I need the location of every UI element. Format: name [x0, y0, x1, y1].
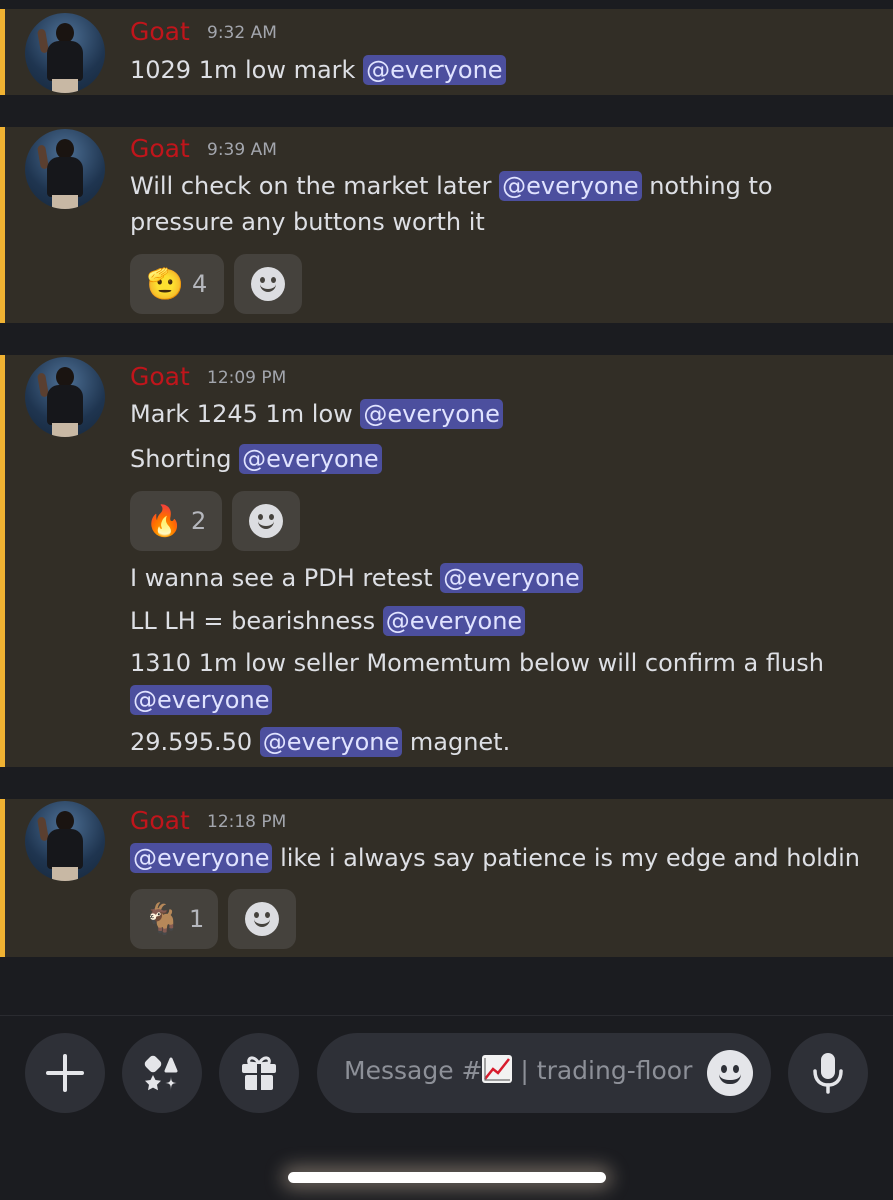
reaction-salute[interactable]: 🫡 4: [130, 254, 224, 314]
avatar[interactable]: [25, 801, 105, 881]
message-line: Shorting @everyone: [130, 444, 382, 474]
reaction-goat[interactable]: 🐐 1: [130, 889, 218, 949]
reaction-fire[interactable]: 🔥 2: [130, 491, 222, 551]
message-placeholder: Message # | trading-floor: [344, 1055, 693, 1085]
avatar[interactable]: [25, 129, 105, 209]
mention-everyone[interactable]: @everyone: [382, 606, 526, 636]
mention-everyone[interactable]: @everyone: [130, 685, 273, 715]
avatar[interactable]: [25, 13, 105, 93]
message-2[interactable]: Goat 9:39 AM Will check on the market la…: [0, 127, 893, 323]
message-line: 29.595.50 @everyone magnet.: [130, 727, 511, 757]
mention-everyone[interactable]: @everyone: [130, 843, 273, 873]
mention-everyone[interactable]: @everyone: [440, 563, 583, 593]
message-1[interactable]: Goat 9:32 AM 1029 1m low mark @everyone: [0, 9, 893, 95]
message-4[interactable]: Goat 12:18 PM @everyone like i always sa…: [0, 799, 893, 957]
goat-emoji-icon: 🐐: [143, 901, 182, 937]
mention-everyone[interactable]: @everyone: [239, 444, 382, 474]
smiley-icon: [249, 504, 283, 538]
author-name[interactable]: Goat: [130, 806, 190, 835]
add-reaction-button[interactable]: [228, 889, 296, 949]
message-line: Mark 1245 1m low @everyone: [130, 399, 503, 429]
author-name[interactable]: Goat: [130, 134, 190, 163]
emoji-picker-button[interactable]: [707, 1050, 753, 1096]
reaction-count: 1: [189, 905, 205, 933]
add-reaction-button[interactable]: [232, 491, 300, 551]
avatar[interactable]: [25, 357, 105, 437]
message-line: I wanna see a PDH retest @everyone: [130, 563, 583, 593]
message-line: @everyone: [130, 685, 273, 715]
apps-icon: [144, 1055, 179, 1091]
smiley-icon: [251, 267, 285, 301]
salute-emoji-icon: 🫡: [146, 266, 185, 302]
message-3[interactable]: Goat 12:09 PM Mark 1245 1m low @everyone…: [0, 355, 893, 767]
reaction-count: 2: [191, 507, 207, 535]
author-name[interactable]: Goat: [130, 17, 190, 46]
microphone-icon: [813, 1053, 843, 1094]
message-line: LL LH = bearishness @everyone: [130, 606, 526, 636]
plus-icon: [46, 1054, 84, 1092]
message-line: 1029 1m low mark @everyone: [130, 55, 506, 85]
timestamp: 12:09 PM: [207, 368, 287, 388]
author-name[interactable]: Goat: [130, 362, 190, 391]
message-line: @everyone like i always say patience is …: [130, 843, 860, 873]
mention-everyone[interactable]: @everyone: [363, 55, 506, 85]
mention-everyone[interactable]: @everyone: [360, 399, 503, 429]
mention-everyone[interactable]: @everyone: [259, 727, 403, 757]
chart-increasing-icon: [482, 1055, 513, 1083]
apps-button[interactable]: [122, 1033, 202, 1113]
message-line: 1310 1m low seller Momemtum below will c…: [130, 649, 824, 677]
fire-emoji-icon: 🔥: [145, 503, 184, 539]
message-line: Will check on the market later @everyone…: [130, 171, 773, 201]
add-button[interactable]: [25, 1033, 105, 1113]
home-indicator[interactable]: [288, 1172, 606, 1183]
message-input[interactable]: Message # | trading-floor: [317, 1033, 771, 1113]
message-line: pressure any buttons worth it: [130, 208, 485, 236]
add-reaction-button[interactable]: [234, 254, 302, 314]
gift-icon: [242, 1056, 276, 1090]
smiley-icon: [245, 902, 279, 936]
timestamp: 12:18 PM: [207, 812, 287, 832]
timestamp: 9:39 AM: [207, 140, 277, 160]
timestamp: 9:32 AM: [207, 23, 277, 43]
mention-everyone[interactable]: @everyone: [499, 171, 642, 201]
reaction-count: 4: [192, 270, 208, 298]
voice-message-button[interactable]: [788, 1033, 868, 1113]
gift-button[interactable]: [219, 1033, 299, 1113]
